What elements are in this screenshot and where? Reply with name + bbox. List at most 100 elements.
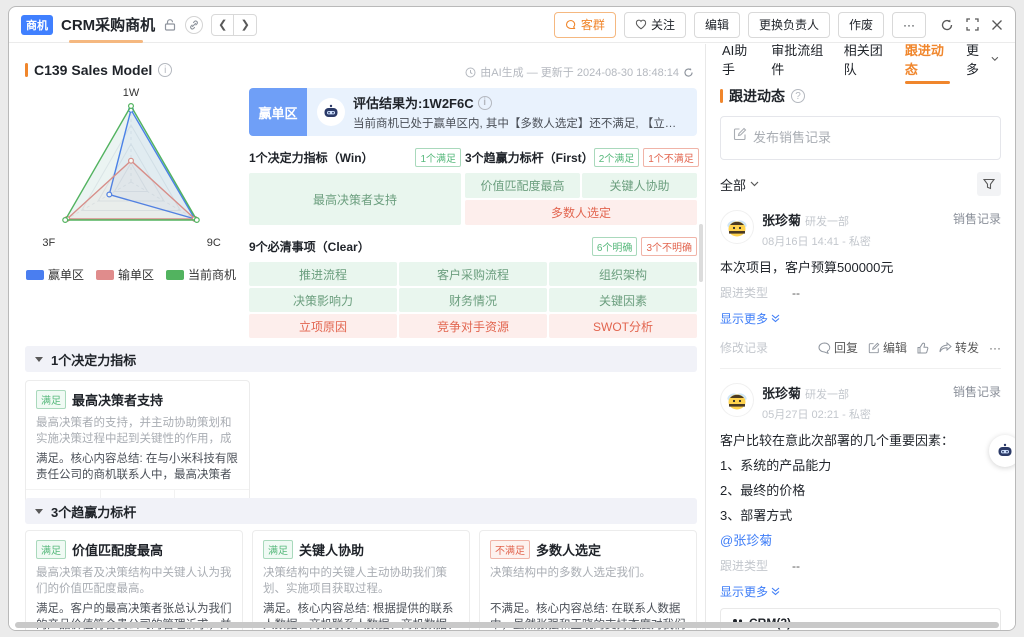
tab-more[interactable]: 更多	[966, 44, 999, 78]
record-type-badge: 商机	[21, 15, 53, 35]
tab-approval-flow[interactable]: 审批流组件	[771, 44, 827, 78]
feed-text: 本次项目，客户预算500000元	[720, 259, 1001, 277]
first-cell-key-person[interactable]: 关键人协助	[582, 173, 697, 198]
vertical-scrollbar[interactable]	[699, 224, 703, 282]
customer-group-button[interactable]: 客群	[554, 12, 616, 38]
publish-sales-record-input[interactable]: 发布销售记录	[720, 116, 1001, 160]
edit-button[interactable]: 编辑	[694, 12, 740, 38]
feed-author[interactable]: 张珍菊	[762, 213, 801, 228]
card-status-tag: 满足	[36, 540, 66, 559]
section-win-indicator[interactable]: 1个决定力指标	[25, 346, 697, 372]
feed-author-dept: 研发一部	[805, 216, 849, 228]
more-actions-button[interactable]: ···	[892, 12, 926, 38]
follow-type-value: --	[792, 559, 800, 573]
svg-text:9C: 9C	[207, 237, 221, 249]
heart-icon	[635, 19, 647, 30]
feed-text: 2、最终的价格	[720, 482, 1001, 500]
feed-type-badge: 销售记录	[953, 383, 1001, 422]
tab-ai-assistant[interactable]: AI助手	[722, 44, 755, 78]
clear-tag-bad: 3个不明确	[641, 237, 697, 256]
tab-related-team[interactable]: 相关团队	[844, 44, 889, 78]
prev-record-button[interactable]: ❮	[212, 15, 234, 35]
clear-cell[interactable]: 组织架构	[549, 262, 697, 286]
follow-type-label: 跟进类型	[720, 284, 768, 301]
clock-icon	[465, 67, 476, 78]
close-icon[interactable]	[991, 19, 1003, 31]
clear-cell[interactable]: 立项原因	[249, 314, 397, 338]
clear-cell[interactable]: 竞争对手资源	[399, 314, 547, 338]
fullscreen-icon[interactable]	[966, 18, 979, 31]
first-cell-value-match[interactable]: 价值匹配度最高	[465, 173, 580, 198]
radar-legend: 赢单区 输单区 当前商机	[15, 266, 247, 283]
copy-link-icon[interactable]	[185, 16, 203, 34]
forward-button[interactable]: 转发	[939, 339, 979, 356]
feed-author[interactable]: 张珍菊	[762, 386, 801, 401]
invalidate-button[interactable]: 作废	[838, 12, 884, 38]
horizontal-scrollbar[interactable]	[15, 622, 1009, 628]
filter-funnel-button[interactable]	[977, 172, 1001, 196]
robot-icon	[995, 441, 1015, 461]
reply-button[interactable]: 回复	[818, 339, 858, 356]
section-first-indicator[interactable]: 3个趋赢力标杆	[25, 498, 697, 524]
filter-all-label: 全部	[720, 175, 746, 194]
page-title: CRM采购商机	[61, 14, 155, 35]
clear-cell[interactable]: 关键因素	[549, 288, 697, 312]
filter-all-dropdown[interactable]: 全部	[720, 175, 759, 194]
clear-cell[interactable]: 推进流程	[249, 262, 397, 286]
card-title: 关键人协助	[299, 540, 364, 559]
help-icon[interactable]: ?	[791, 89, 805, 103]
first-cell-majority[interactable]: 多数人选定	[465, 200, 697, 225]
card-title: 多数人选定	[536, 540, 601, 559]
chevron-down-icon	[750, 181, 759, 187]
ai-assistant-float-button[interactable]	[989, 435, 1016, 467]
card-title: 价值匹配度最高	[72, 540, 163, 559]
edit-label: 编辑	[883, 339, 907, 356]
panel-title: 跟进动态	[729, 86, 785, 106]
clear-cell[interactable]: 财务情况	[399, 288, 547, 312]
legend-item-current: 当前商机	[166, 266, 236, 283]
invalidate-label: 作废	[849, 16, 873, 33]
show-more-link[interactable]: 显示更多	[720, 583, 1001, 600]
lock-icon[interactable]	[163, 18, 177, 32]
feed-item: 张珍菊研发一部 08月16日 14:41 - 私密 销售记录 本次项目，客户预算…	[720, 210, 1001, 369]
info-icon[interactable]: i	[478, 96, 492, 110]
ai-robot-icon	[317, 98, 345, 126]
refresh-icon[interactable]	[940, 18, 954, 32]
change-owner-button[interactable]: 更换负责人	[748, 12, 830, 38]
feed-text: 1、系统的产品能力	[720, 457, 1001, 475]
clear-cell[interactable]: 客户采购流程	[399, 262, 547, 286]
avatar[interactable]	[720, 210, 754, 244]
section-accent-bar	[25, 63, 28, 77]
follow-button[interactable]: 关注	[624, 12, 686, 38]
tab-follow-activity[interactable]: 跟进动态	[905, 44, 950, 78]
card-value-match: 满足 价值匹配度最高 最高决策者及决策结构中关键人认为我们的价值匹配度最高。 满…	[25, 530, 243, 631]
more-label: ···	[989, 341, 1001, 355]
more-feed-actions-button[interactable]: ···	[989, 341, 1001, 355]
card-status-tag: 满足	[263, 540, 293, 559]
customer-group-label: 客群	[581, 16, 605, 33]
thumbs-up-icon	[917, 342, 929, 354]
follow-type-label: 跟进类型	[720, 557, 768, 574]
win-cell-top-decision-maker[interactable]: 最高决策者支持	[249, 173, 461, 225]
feed-timestamp: 08月16日 14:41 - 私密	[762, 233, 945, 249]
show-more-link[interactable]: 显示更多	[720, 310, 1001, 327]
evaluation-desc: 当前商机已处于赢单区内, 其中【多数人选定】还不满足, 【立项原因】【竞争对手资…	[353, 115, 687, 131]
radar-chart: 1W9C3F 赢单区 输单区 当前商机	[15, 86, 247, 283]
clear-cell[interactable]: SWOT分析	[549, 314, 697, 338]
feed-text: 3、部署方式	[720, 507, 1001, 525]
collapse-caret-icon	[35, 357, 43, 362]
info-icon[interactable]: i	[158, 63, 172, 77]
avatar[interactable]	[720, 383, 754, 417]
c139-title: C139 Sales Model	[34, 62, 152, 78]
win-tag: 1个满足	[415, 148, 461, 167]
clear-cell[interactable]: 决策影响力	[249, 288, 397, 312]
edit-record-button[interactable]: 编辑	[868, 339, 907, 356]
feed-item: 张珍菊研发一部 05月27日 02:21 - 私密 销售记录 客户比较在意此次部…	[720, 383, 1001, 630]
mention-link[interactable]: @张珍菊	[720, 532, 1001, 550]
compose-icon	[733, 127, 747, 141]
active-tab-indicator	[69, 40, 143, 43]
like-button[interactable]	[917, 342, 929, 354]
refresh-small-icon[interactable]	[683, 67, 694, 78]
edit-history-link[interactable]: 修改记录	[720, 339, 768, 356]
next-record-button[interactable]: ❯	[234, 15, 256, 35]
